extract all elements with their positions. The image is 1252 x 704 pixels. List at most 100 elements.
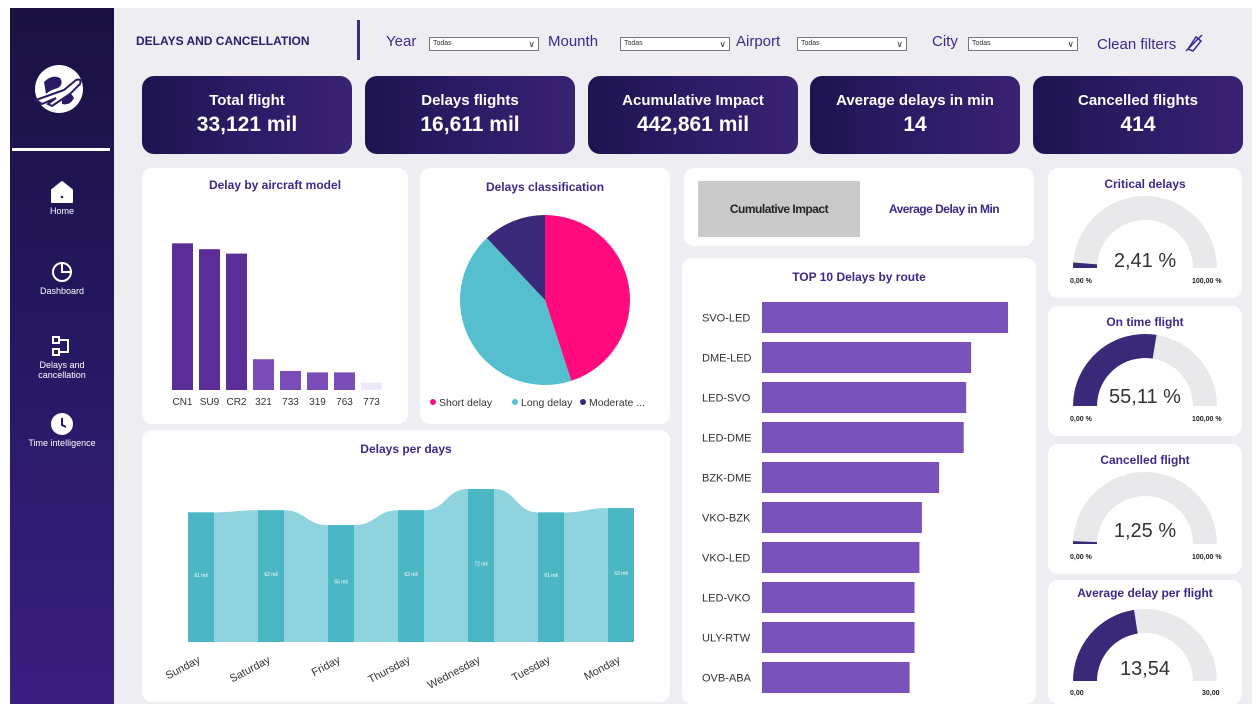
kpi-title: Total flight bbox=[209, 92, 285, 109]
day-value-Friday: 55 mil bbox=[334, 580, 347, 586]
kpi-value: 414 bbox=[1120, 113, 1156, 136]
chart-title: Delays per days bbox=[360, 442, 452, 456]
clean-filters-label: Clean filters bbox=[1097, 36, 1177, 53]
sidebar-item-label: Time intelligence bbox=[28, 438, 96, 448]
kpi-value: 33,121 mil bbox=[196, 113, 298, 136]
bar-CN1 bbox=[172, 243, 193, 390]
route-bar-VKO-BZK bbox=[762, 502, 922, 533]
routes-bar-chart: SVO-LED DME-LED LED-SVO LED-DME BZK-DME VKO-B… bbox=[702, 302, 1008, 693]
tick-label-733: 733 bbox=[282, 397, 299, 408]
aircraft-bar-chart: CN1 SU9 CR2 321 733 319 763 773 bbox=[172, 243, 382, 408]
bar-319 bbox=[307, 372, 328, 390]
filter-year-value: Todas bbox=[433, 40, 452, 47]
sidebar-item-time-intelligence[interactable]: Time intelligence bbox=[10, 412, 114, 448]
gauge-max: 100,00 % bbox=[1192, 554, 1222, 561]
chevron-down-icon: ∨ bbox=[896, 39, 903, 49]
toggle-cumulative-impact-button[interactable]: Cumulative Impact bbox=[698, 181, 860, 237]
gauge-value: 55,11 % bbox=[1109, 386, 1181, 408]
sidebar-item-dashboard[interactable]: Dashboard bbox=[10, 260, 114, 296]
legend-marker-1 bbox=[512, 399, 518, 405]
filter-year-select[interactable]: Todas ∨ bbox=[429, 37, 539, 51]
dashboard-frame: Home Dashboard Delays and cancellation T… bbox=[10, 8, 1252, 704]
filter-city-select[interactable]: Todas ∨ bbox=[968, 37, 1078, 51]
kpi-cancelled-flights: Cancelled flights 414 bbox=[1033, 76, 1243, 154]
kpi-value: 14 bbox=[903, 113, 927, 136]
route-bar-OVB-ABA bbox=[762, 662, 910, 693]
delays-classification-card: Delays classification Short delay Long de… bbox=[420, 168, 670, 424]
kpi-title: Acumulative Impact bbox=[622, 92, 764, 109]
route-bar-LED-DME bbox=[762, 422, 964, 453]
gauge-card-cancelled: Cancelled flight 1,25 % 0,00 % 100,00 % bbox=[1048, 444, 1242, 574]
day-tick-Tuesday: Tuesday bbox=[510, 654, 553, 684]
chevron-down-icon: ∨ bbox=[528, 39, 535, 49]
gauge-min: 0,00 % bbox=[1070, 416, 1092, 423]
tick-label-319: 319 bbox=[309, 397, 326, 408]
toggle-average-delay-button[interactable]: Average Delay in Min bbox=[864, 181, 1024, 237]
route-label-VKO-BZK: VKO-BZK bbox=[702, 513, 751, 525]
gauge-max: 30,00 bbox=[1202, 690, 1220, 697]
bar-773 bbox=[361, 382, 382, 390]
route-label-ULY-RTW: ULY-RTW bbox=[702, 633, 751, 645]
metric-toggle-card: Cumulative Impact Average Delay in Min bbox=[684, 168, 1034, 246]
delays-per-days-card: Delays per days 61 mil Sunday 62 mil Saturd… bbox=[142, 430, 670, 702]
kpi-delays-flights: Delays flights 16,611 mil bbox=[365, 76, 575, 154]
bar-CR2 bbox=[226, 253, 247, 390]
route-bar-ULY-RTW bbox=[762, 622, 915, 653]
gauge-min: 0,00 % bbox=[1070, 554, 1092, 561]
gauge-value: 13,54 bbox=[1119, 658, 1171, 680]
gauge-title: Average delay per flight bbox=[1077, 586, 1213, 600]
chart-title: TOP 10 Delays by route bbox=[792, 270, 926, 284]
day-tick-Friday: Friday bbox=[310, 654, 343, 679]
route-label-LED-VKO: LED-VKO bbox=[702, 593, 751, 605]
route-label-LED-DME: LED-DME bbox=[702, 433, 752, 445]
filter-airport-select[interactable]: Todas ∨ bbox=[797, 37, 907, 51]
day-value-Monday: 63 mil bbox=[614, 571, 627, 577]
bar-321 bbox=[253, 359, 274, 390]
aircraft-model-card: Delay by aircraft model CN1 SU9 CR2 321 733 3… bbox=[142, 168, 408, 424]
kpi-average-delays: Average delays in min 14 bbox=[810, 76, 1020, 154]
day-value-Thursday: 62 mil bbox=[404, 572, 417, 578]
gauge-max: 100,00 % bbox=[1192, 278, 1222, 285]
filter-month-select[interactable]: Todas ∨ bbox=[620, 37, 730, 51]
route-bar-BZK-DME bbox=[762, 462, 940, 493]
day-tick-Wednesday: Wednesday bbox=[426, 654, 483, 692]
filter-city-label: City bbox=[932, 33, 958, 50]
route-bar-SVO-LED bbox=[762, 302, 1008, 333]
tick-label-SU9: SU9 bbox=[200, 397, 220, 408]
gauge-title: On time flight bbox=[1106, 315, 1184, 329]
route-bar-LED-VKO bbox=[762, 582, 915, 613]
sidebar-item-label: Home bbox=[49, 206, 74, 216]
filter-airport-label: Airport bbox=[736, 33, 781, 50]
gauge-max: 100,00 % bbox=[1192, 416, 1222, 423]
gauge-card-average-delay: Average delay per flight 13,54 0,00 30,0… bbox=[1048, 580, 1242, 704]
kpi-title: Average delays in min bbox=[836, 92, 994, 109]
page-title: DELAYS AND CANCELLATION bbox=[136, 34, 310, 48]
toggle-left-label: Cumulative Impact bbox=[729, 202, 829, 216]
gauge-title: Critical delays bbox=[1104, 177, 1186, 191]
kpi-value: 442,861 mil bbox=[636, 113, 750, 136]
toggle-right-label: Average Delay in Min bbox=[888, 202, 1000, 216]
legend-label-2: Moderate ... bbox=[589, 397, 645, 409]
chart-title: Delays classification bbox=[485, 180, 605, 194]
sidebar-item-home[interactable]: Home bbox=[10, 180, 114, 216]
sidebar-item-delays[interactable]: Delays and cancellation bbox=[10, 334, 114, 380]
tick-label-763: 763 bbox=[336, 397, 353, 408]
clean-filters-button[interactable]: Clean filters bbox=[1097, 33, 1204, 53]
route-label-DME-LED: DME-LED bbox=[702, 353, 752, 365]
gauge-title: Cancelled flight bbox=[1100, 453, 1190, 467]
tick-label-CR2: CR2 bbox=[226, 397, 246, 408]
legend-label-1: Long delay bbox=[521, 397, 573, 409]
route-label-OVB-ABA: OVB-ABA bbox=[702, 673, 752, 685]
kpi-value: 16,611 mil bbox=[420, 113, 520, 136]
tick-label-773: 773 bbox=[363, 397, 380, 408]
bar-733 bbox=[280, 370, 301, 390]
top-bar: DELAYS AND CANCELLATION Year Todas ∨ Mou… bbox=[114, 8, 1252, 70]
route-label-VKO-LED: VKO-LED bbox=[702, 553, 750, 565]
gauge-card-on-time: On time flight 55,11 % 0,00 % 100,00 % bbox=[1048, 306, 1242, 436]
chevron-down-icon: ∨ bbox=[1067, 39, 1074, 49]
route-bar-LED-SVO bbox=[762, 382, 967, 413]
legend-marker-2 bbox=[580, 399, 586, 405]
gauge-min: 0,00 bbox=[1070, 690, 1084, 697]
route-bar-VKO-LED bbox=[762, 542, 920, 573]
chevron-down-icon: ∨ bbox=[719, 39, 726, 49]
